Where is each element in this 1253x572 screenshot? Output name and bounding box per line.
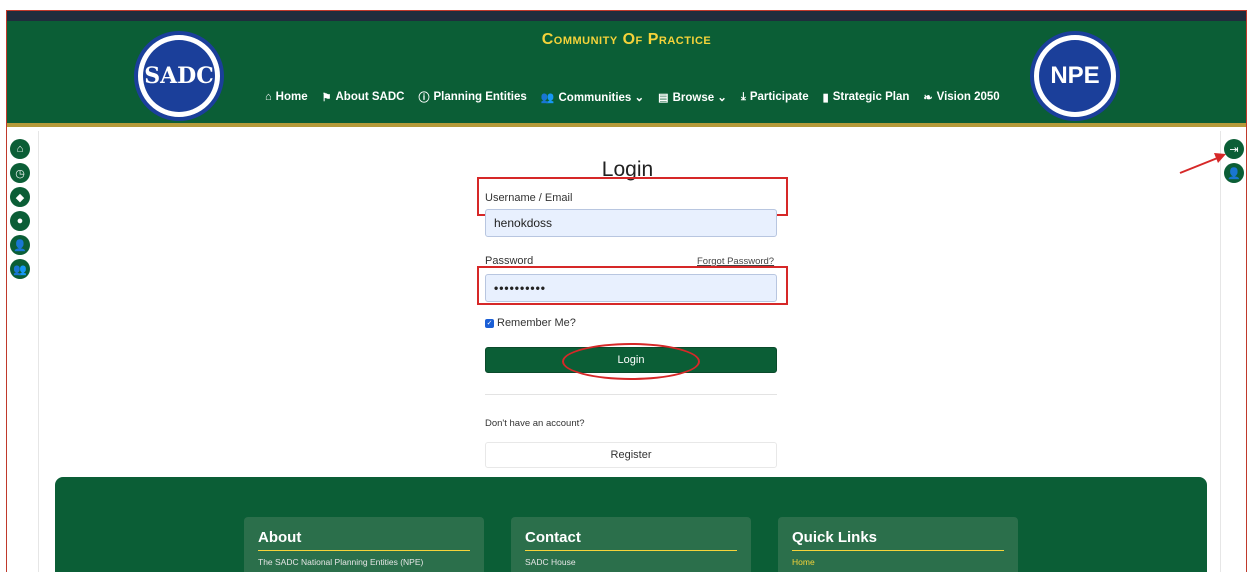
footer-quick-links: Quick Links Home [778,517,1018,572]
home-icon[interactable]: ⌂ [10,139,30,159]
top-strip [7,11,1246,21]
nav-strategic-plan[interactable]: ▮ Strategic Plan [823,91,910,104]
fire-icon[interactable]: ● [10,211,30,231]
browser-viewport: Community Of Practice SADC NPE ⌂ Home ⚑ … [6,10,1247,572]
site-footer: About The SADC National Planning Entitie… [55,477,1207,572]
footer-contact-text: SADC House [525,557,576,567]
divider [485,394,777,395]
chart-icon: ▮ [822,91,829,104]
login-button-annotation [562,343,700,380]
nav-planning-entities-label: Planning Entities [433,91,527,103]
nav-communities[interactable]: 👥 Communities ⌄ [540,90,645,105]
sadc-logo-text: SADC [143,40,215,112]
user-icon[interactable]: 👤 [10,235,30,255]
remember-me-label: Remember Me? [497,317,576,329]
password-input[interactable]: •••••••••• [485,274,777,302]
left-sidebar-rail: ⌂ ◷ ◆ ● 👤 👥 [7,131,39,572]
leaf-icon: ❧ [923,91,933,104]
nav-planning-entities[interactable]: ⓘ Planning Entities [418,89,526,105]
users-icon: 👥 [540,91,555,104]
nav-communities-label: Communities ⌄ [558,92,645,104]
browse-icon: ▤ [658,91,669,104]
sadc-logo[interactable]: SADC [134,31,224,121]
nav-about-sadc-label: About SADC [335,91,405,103]
info-icon: ⓘ [418,92,430,104]
footer-contact: Contact SADC House [511,517,751,572]
nav-home-label: Home [275,91,308,103]
footer-link-home[interactable]: Home [792,557,1004,567]
register-button[interactable]: Register [485,442,777,468]
nav-participate-label: Participate [749,91,809,103]
nav-browse-label: Browse ⌄ [672,92,727,104]
footer-contact-title: Contact [525,529,737,551]
remember-me[interactable]: ✓ Remember Me? [485,317,576,329]
npe-logo[interactable]: NPE [1030,31,1120,121]
right-sidebar-rail: ⇥ 👤 [1220,131,1246,572]
download-icon: ⤓ [740,90,746,103]
nav-strategic-plan-label: Strategic Plan [832,91,910,103]
checkbox-checked-icon[interactable]: ✓ [485,318,494,328]
flag-icon: ⚑ [321,91,332,104]
nav-participate[interactable]: ⤓ Participate [741,91,809,104]
nav-home[interactable]: ⌂ Home [265,91,308,103]
username-input[interactable]: henokdoss [485,209,777,237]
home-icon: ⌂ [265,91,272,103]
footer-about-title: About [258,529,470,551]
nav-browse[interactable]: ▤ Browse ⌄ [658,90,727,105]
group-icon[interactable]: 👥 [10,259,30,279]
footer-links-title: Quick Links [792,529,1004,551]
footer-about: About The SADC National Planning Entitie… [244,517,484,572]
nav-vision-2050[interactable]: ❧ Vision 2050 [923,91,999,104]
npe-logo-text: NPE [1039,40,1111,112]
tag-icon[interactable]: ◆ [10,187,30,207]
main-nav: ⌂ Home ⚑ About SADC ⓘ Planning Entities … [265,89,1000,105]
no-account-text: Don't have an account? [485,418,585,429]
site-header: Community Of Practice SADC NPE ⌂ Home ⚑ … [7,21,1246,127]
footer-about-text: The SADC National Planning Entities (NPE… [258,557,424,567]
nav-vision-2050-label: Vision 2050 [936,91,1000,103]
nav-about-sadc[interactable]: ⚑ About SADC [322,91,405,104]
